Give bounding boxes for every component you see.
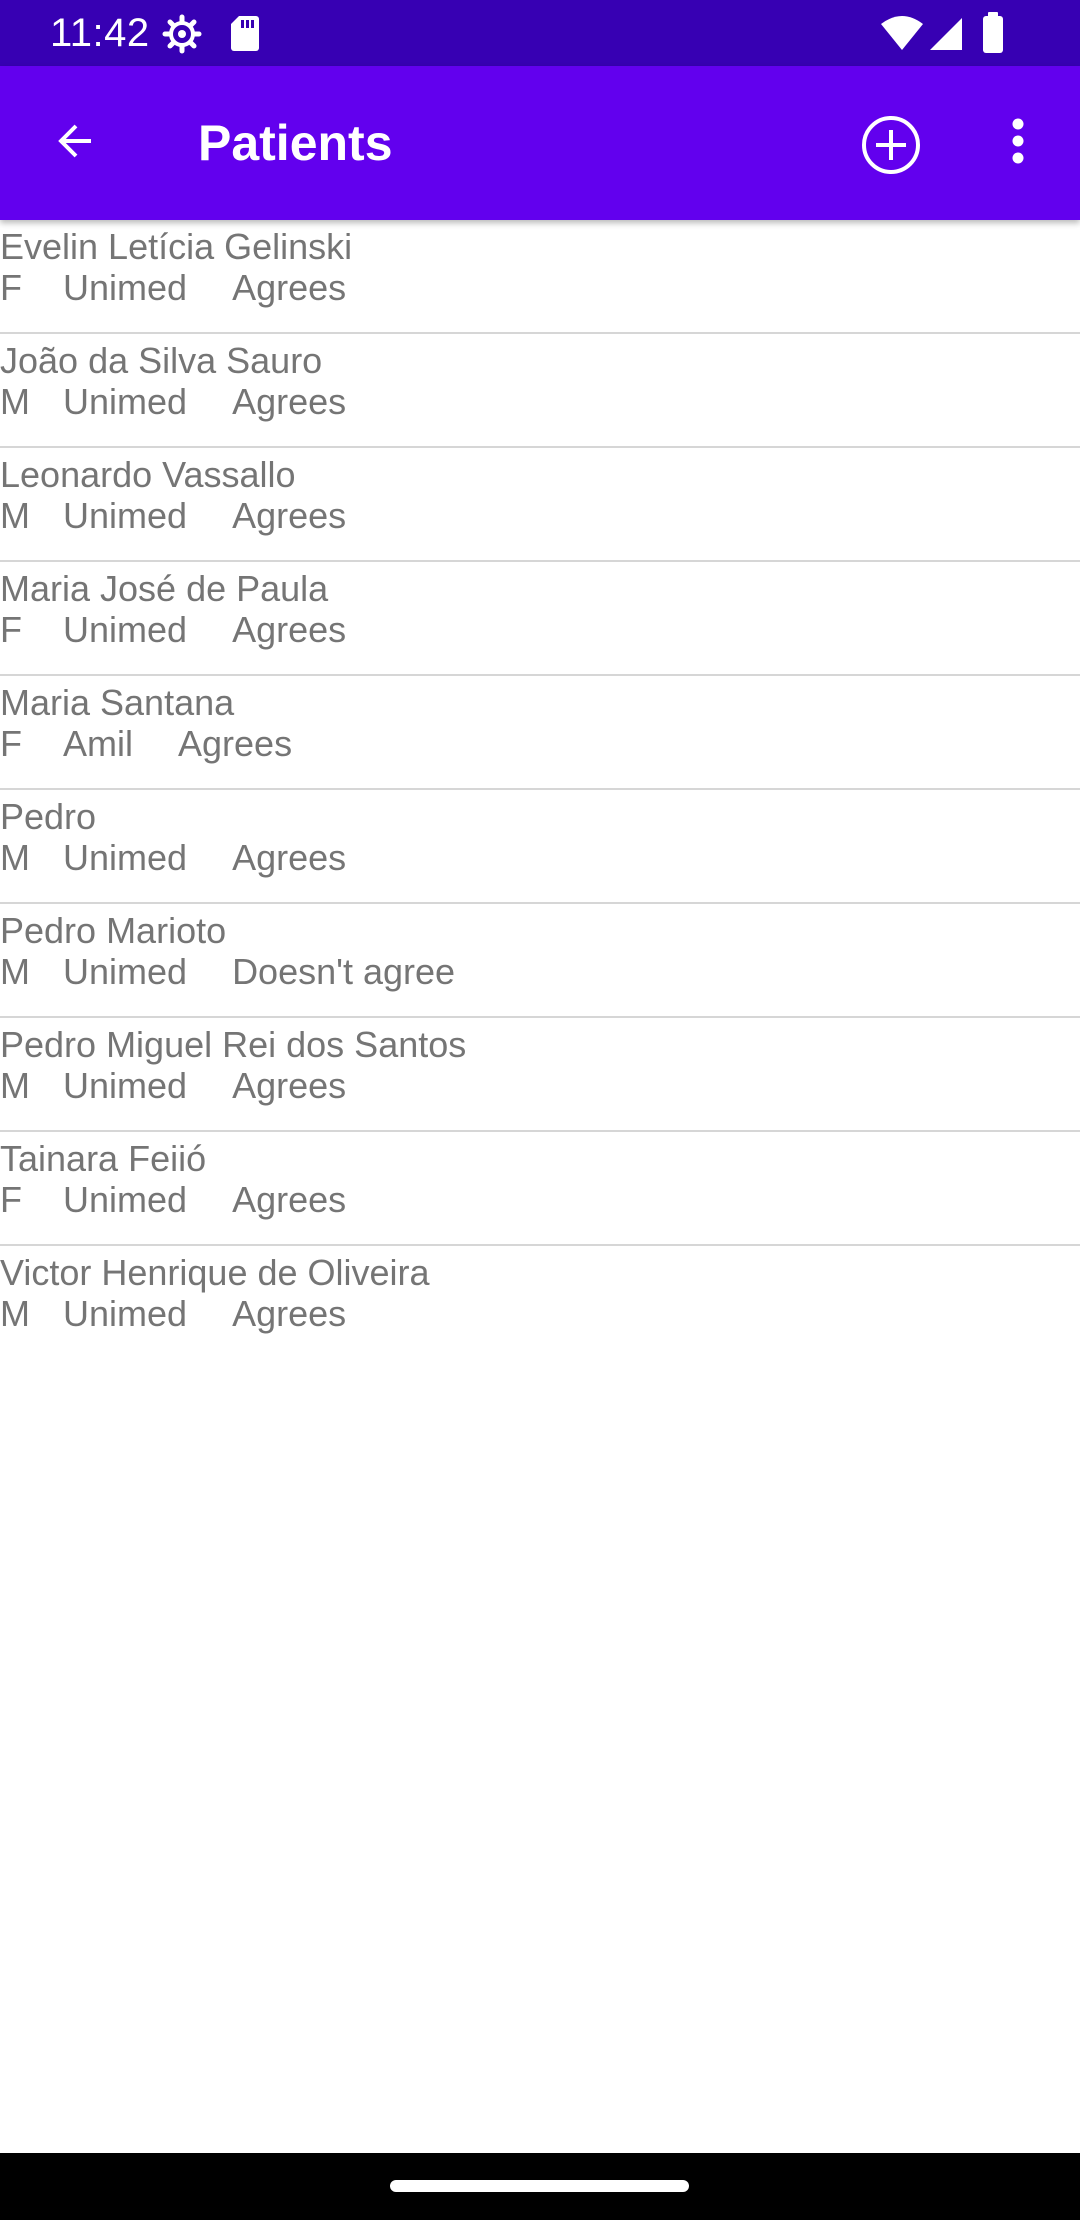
- patient-consent: Doesn't agree: [232, 951, 456, 992]
- back-button[interactable]: [42, 110, 108, 176]
- patient-row[interactable]: Tainara Feiió F Unimed Agrees: [0, 1132, 1080, 1246]
- patient-plan: Unimed: [63, 1293, 188, 1334]
- patient-plan: Unimed: [63, 1065, 188, 1106]
- patient-row[interactable]: Maria José de Paula F Unimed Agrees: [0, 562, 1080, 676]
- patient-sex: M: [0, 1293, 30, 1334]
- patient-consent: Agrees: [232, 495, 347, 536]
- patient-consent: Agrees: [232, 267, 347, 308]
- patient-details: M Unimed Agrees: [0, 836, 346, 880]
- patient-consent: Agrees: [232, 381, 347, 422]
- patient-details: F Unimed Agrees: [0, 266, 346, 310]
- patient-consent: Agrees: [232, 837, 347, 878]
- patient-row[interactable]: Evelin Letícia Gelinski F Unimed Agrees: [0, 220, 1080, 334]
- arrow-back-icon: [51, 117, 99, 170]
- status-time: 11:42: [50, 11, 150, 55]
- patient-plan: Unimed: [63, 609, 188, 650]
- patient-details: F Unimed Agrees: [0, 608, 346, 652]
- status-bar: 11:42: [0, 0, 1080, 66]
- patient-plan: Unimed: [63, 1179, 188, 1220]
- patient-sex: M: [0, 951, 30, 992]
- settings-icon: [162, 14, 202, 59]
- patient-sex: M: [0, 381, 30, 422]
- signal-icon: [928, 16, 964, 57]
- patient-sex: M: [0, 837, 30, 878]
- patient-name: Pedro Marioto: [0, 910, 227, 951]
- patient-details: M Unimed Doesn't agree: [0, 950, 455, 994]
- patient-sex: F: [0, 723, 22, 764]
- patient-list: Evelin Letícia Gelinski F Unimed Agrees Jo…: [0, 220, 1080, 1358]
- patient-sex: F: [0, 609, 22, 650]
- patient-consent: Agrees: [232, 1065, 347, 1106]
- patient-name: Leonardo Vassallo: [0, 454, 296, 495]
- patient-row[interactable]: Victor Henrique de Oliveira M Unimed Agree…: [0, 1246, 1080, 1358]
- more-options-button[interactable]: [990, 110, 1046, 176]
- patient-consent: Agrees: [232, 1179, 347, 1220]
- patient-name: Maria Santana: [0, 682, 235, 723]
- patient-name: Maria José de Paula: [0, 568, 329, 609]
- patient-sex: F: [0, 1179, 22, 1220]
- patient-sex: M: [0, 495, 30, 536]
- patient-row[interactable]: Leonardo Vassallo M Unimed Agrees: [0, 448, 1080, 562]
- patient-details: F Amil Agrees: [0, 722, 292, 766]
- patient-details: M Unimed Agrees: [0, 1292, 346, 1336]
- patient-name: Tainara Feiió: [0, 1138, 207, 1179]
- add-circle-icon: [860, 114, 922, 181]
- patient-row[interactable]: Pedro M Unimed Agrees: [0, 790, 1080, 904]
- add-patient-button[interactable]: [858, 114, 924, 180]
- patient-name: Victor Henrique de Oliveira: [0, 1252, 430, 1293]
- app-bar: Patients: [0, 66, 1080, 220]
- navigation-bar: [0, 2153, 1080, 2220]
- patient-consent: Agrees: [178, 723, 293, 764]
- patient-details: M Unimed Agrees: [0, 380, 346, 424]
- patient-consent: Agrees: [232, 1293, 347, 1334]
- patient-plan: Unimed: [63, 267, 188, 308]
- patient-consent: Agrees: [232, 609, 347, 650]
- patient-sex: F: [0, 267, 22, 308]
- patient-row[interactable]: Maria Santana F Amil Agrees: [0, 676, 1080, 790]
- wifi-icon: [880, 16, 924, 57]
- patient-row[interactable]: Pedro Miguel Rei dos Santos M Unimed Agree…: [0, 1018, 1080, 1132]
- patient-row[interactable]: Pedro Marioto M Unimed Doesn't agree: [0, 904, 1080, 1018]
- patient-details: M Unimed Agrees: [0, 1064, 346, 1108]
- patient-plan: Unimed: [63, 495, 188, 536]
- patient-plan: Unimed: [63, 381, 188, 422]
- patient-name: Evelin Letícia Gelinski: [0, 226, 353, 267]
- more-vert-icon: [1011, 118, 1025, 169]
- patient-name: Pedro: [0, 796, 97, 837]
- patient-plan: Unimed: [63, 951, 188, 992]
- battery-icon: [982, 12, 1004, 59]
- patient-plan: Amil: [63, 723, 133, 764]
- home-gesture-handle[interactable]: [390, 2180, 689, 2192]
- patient-details: F Unimed Agrees: [0, 1178, 346, 1222]
- page-title: Patients: [198, 115, 393, 171]
- patient-details: M Unimed Agrees: [0, 494, 346, 538]
- patient-row[interactable]: João da Silva Sauro M Unimed Agrees: [0, 334, 1080, 448]
- patient-sex: M: [0, 1065, 30, 1106]
- patient-name: Pedro Miguel Rei dos Santos: [0, 1024, 467, 1065]
- patient-name: João da Silva Sauro: [0, 340, 323, 381]
- patient-plan: Unimed: [63, 837, 188, 878]
- sd-card-icon: [230, 14, 260, 57]
